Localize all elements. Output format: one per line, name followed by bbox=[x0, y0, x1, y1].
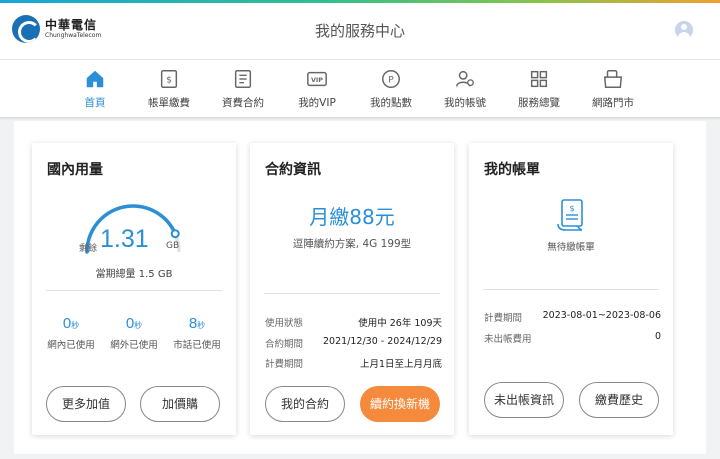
payment-history-button[interactable]: 繳費歷史 bbox=[579, 382, 659, 418]
row-value: 上月1日至上月月底 bbox=[359, 359, 442, 370]
monthly-fee: 月繳88元 bbox=[309, 205, 395, 229]
bill-row-unbilled: 未出帳費用 0 bbox=[484, 331, 661, 345]
nav-item-home[interactable]: 首頁 bbox=[58, 68, 132, 110]
nav-item-points[interactable]: P 我的點數 bbox=[354, 68, 428, 110]
user-avatar-icon[interactable] bbox=[675, 21, 693, 39]
unbilled-info-button[interactable]: 未出帳資訊 bbox=[484, 382, 564, 418]
nav-item-account[interactable]: 我的帳號 bbox=[428, 68, 502, 110]
nav-item-contract[interactable]: 資費合約 bbox=[206, 68, 280, 110]
bill-icon: $ bbox=[557, 199, 583, 231]
contract-row-status: 使用狀態 使用中 26年 109天 bbox=[265, 315, 442, 329]
shop-icon bbox=[603, 70, 623, 88]
remaining-unit: GB bbox=[166, 241, 180, 251]
row-value: 2023-08-01~2023-08-06 bbox=[542, 310, 661, 321]
points-icon: P bbox=[382, 70, 400, 88]
nav-item-online-shop[interactable]: 網路門市 bbox=[576, 68, 650, 110]
remaining-label: 剩餘 bbox=[79, 244, 98, 254]
account-icon bbox=[456, 70, 474, 87]
stat-unit: 秒 bbox=[134, 321, 143, 330]
row-key: 合約期間 bbox=[265, 339, 304, 350]
row-key: 未出帳費用 bbox=[484, 334, 532, 345]
stat-offnet: 0秒 網外已使用 bbox=[104, 313, 164, 351]
svg-text:$: $ bbox=[166, 75, 172, 86]
row-key: 計費期間 bbox=[484, 313, 523, 324]
usage-divider bbox=[46, 290, 222, 291]
contract-row-period: 合約期間 2021/12/30 - 2024/12/29 bbox=[265, 336, 442, 350]
row-value: 0 bbox=[654, 331, 661, 342]
stat-landline: 8秒 市話已使用 bbox=[167, 313, 227, 351]
more-addon-button[interactable]: 更多加值 bbox=[46, 386, 126, 422]
stat-label: 網外已使用 bbox=[110, 340, 158, 351]
nav-label-points: 我的點數 bbox=[370, 97, 412, 109]
row-value: 2021/12/30 - 2024/12/29 bbox=[323, 336, 442, 347]
my-contract-button[interactable]: 我的合約 bbox=[265, 386, 345, 422]
nav-item-vip[interactable]: VIP 我的VIP bbox=[280, 68, 354, 110]
nav-label-vip: 我的VIP bbox=[298, 97, 336, 109]
bill-divider bbox=[483, 289, 659, 290]
stat-value: 0 bbox=[62, 315, 72, 332]
stat-label: 市話已使用 bbox=[173, 340, 221, 351]
bill-card: 我的帳單 $ 無待繳帳單 計費期間 2023-08-01~2023-08-06 … bbox=[469, 143, 673, 435]
nav-label-online-shop: 網路門市 bbox=[592, 97, 634, 109]
header: 中華電信 ChunghwaTelecom 我的服務中心 bbox=[0, 3, 720, 59]
svg-text:VIP: VIP bbox=[311, 76, 323, 84]
total-quota: 當期總量 1.5 GB bbox=[95, 269, 173, 280]
bill-payment-icon: $ bbox=[160, 70, 178, 88]
nav-label-bill-payment: 帳單繳費 bbox=[148, 97, 190, 109]
stat-value: 8 bbox=[188, 315, 198, 332]
contract-divider bbox=[264, 293, 440, 294]
stat-unit: 秒 bbox=[197, 321, 206, 330]
no-bill-text: 無待繳帳單 bbox=[547, 242, 595, 253]
vip-icon: VIP bbox=[307, 71, 327, 87]
row-key: 使用狀態 bbox=[265, 318, 304, 329]
addon-purchase-button[interactable]: 加價購 bbox=[140, 386, 220, 422]
nav-label-service-overview: 服務總覽 bbox=[518, 97, 560, 109]
svg-text:P: P bbox=[388, 75, 394, 86]
plan-name: 逗陣續約方案, 4G 199型 bbox=[292, 238, 412, 250]
contract-row-billing: 計費期間 上月1日至上月月底 bbox=[265, 356, 442, 370]
remaining-value: 1.31 bbox=[100, 225, 149, 253]
stat-onnet: 0秒 網內已使用 bbox=[41, 313, 101, 351]
renew-contract-button[interactable]: 續約換新機 bbox=[360, 386, 440, 422]
nav-label-home: 首頁 bbox=[84, 97, 106, 109]
stat-label: 網內已使用 bbox=[47, 340, 95, 351]
stat-unit: 秒 bbox=[71, 321, 80, 330]
main-nav: 首頁 $ 帳單繳費 資費合約 VIP 我的VIP P 我的點數 我的帳號 服務總… bbox=[0, 59, 720, 117]
home-icon bbox=[86, 70, 104, 88]
contract-card: 合約資訊 月繳88元 逗陣續約方案, 4G 199型 使用狀態 使用中 26年 … bbox=[250, 143, 454, 435]
nav-label-account: 我的帳號 bbox=[444, 97, 486, 109]
main-content: 國內用量 剩餘 1.31 GB 當期總量 1.5 GB 0秒 網內已使用 0秒 … bbox=[14, 121, 706, 454]
row-value: 使用中 26年 109天 bbox=[358, 318, 442, 329]
contract-icon bbox=[234, 70, 252, 88]
nav-shadow bbox=[0, 117, 720, 120]
row-key: 計費期間 bbox=[265, 359, 304, 370]
bill-row-period: 計費期間 2023-08-01~2023-08-06 bbox=[484, 310, 661, 324]
page-title: 我的服務中心 bbox=[314, 22, 405, 40]
bill-title: 我的帳單 bbox=[484, 162, 540, 178]
nav-label-contract: 資費合約 bbox=[222, 97, 264, 109]
nav-item-service-overview[interactable]: 服務總覽 bbox=[502, 68, 576, 110]
contract-title: 合約資訊 bbox=[265, 162, 321, 178]
stat-value: 0 bbox=[125, 315, 135, 332]
svg-text:$: $ bbox=[569, 204, 574, 213]
usage-title: 國內用量 bbox=[47, 162, 103, 178]
nav-item-bill-payment[interactable]: $ 帳單繳費 bbox=[132, 68, 206, 110]
grid-icon bbox=[530, 70, 548, 88]
usage-card: 國內用量 剩餘 1.31 GB 當期總量 1.5 GB 0秒 網內已使用 0秒 … bbox=[32, 143, 236, 435]
